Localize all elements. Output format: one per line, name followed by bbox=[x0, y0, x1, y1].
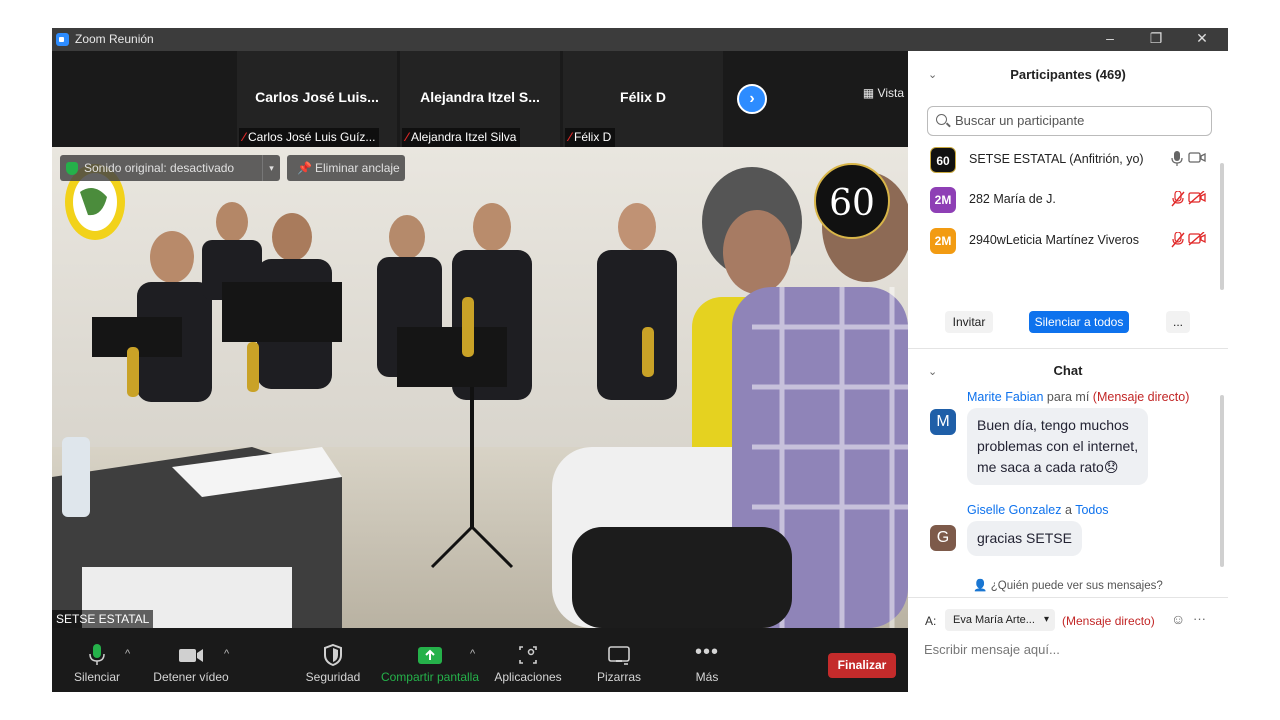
shield-icon bbox=[324, 644, 342, 666]
mute-all-button[interactable]: Silenciar a todos bbox=[1029, 311, 1129, 333]
participant-avatar: 2M bbox=[930, 187, 956, 213]
share-screen-icon bbox=[418, 647, 442, 664]
to-label: A: bbox=[925, 614, 937, 628]
recipient-select[interactable]: Eva María Arte... ▾ bbox=[945, 609, 1055, 631]
video-camera-icon bbox=[179, 649, 203, 662]
participant-row[interactable]: 2M 2940wLeticia Martínez Viveros bbox=[930, 227, 1215, 255]
video-off-icon[interactable] bbox=[1188, 232, 1206, 246]
pin-icon: 📌 bbox=[297, 161, 312, 175]
participant-search-input[interactable]: Buscar un participante bbox=[927, 106, 1212, 136]
sender-avatar: M bbox=[930, 409, 956, 435]
participant-row[interactable]: 60 SETSE ESTATAL (Anfitrión, yo) bbox=[930, 146, 1215, 174]
participant-avatar: 2M bbox=[930, 228, 956, 254]
participants-title: Participantes (469) bbox=[1010, 67, 1126, 82]
chat-scrollbar[interactable] bbox=[1220, 395, 1224, 567]
who-can-see-link[interactable]: 👤 ¿Quién puede ver sus mensajes? bbox=[908, 578, 1228, 592]
message-header: Giselle Gonzalez a Todos bbox=[967, 503, 1109, 517]
microphone-icon bbox=[89, 644, 105, 665]
chat-message[interactable]: Buen día, tengo muchos problemas con el … bbox=[967, 408, 1149, 485]
view-button[interactable]: ▦ Vista bbox=[863, 86, 904, 100]
direct-message-tag: (Mensaje directo) bbox=[1062, 614, 1155, 628]
share-options-caret[interactable]: ^ bbox=[470, 648, 475, 660]
sender-avatar: G bbox=[930, 525, 956, 551]
chevron-down-icon[interactable]: ▾ bbox=[262, 155, 280, 181]
participant-tile[interactable]: Carlos José Luis... ⁄ Carlos José Luis Gu… bbox=[237, 51, 397, 147]
participant-row[interactable]: 2M 282 María de J. bbox=[930, 186, 1215, 214]
tile-label: ⁄ Félix D bbox=[565, 128, 616, 147]
side-panel: ⌄ Participantes (469) Buscar un particip… bbox=[908, 51, 1228, 692]
more-dots-icon: ••• bbox=[694, 641, 719, 663]
gallery-strip: Carlos José Luis... ⁄ Carlos José Luis Gu… bbox=[52, 51, 908, 147]
end-meeting-button[interactable]: Finalizar bbox=[828, 653, 896, 678]
unpin-button[interactable]: 📌 Eliminar anclaje bbox=[287, 155, 405, 181]
minimize-button[interactable]: – bbox=[1087, 28, 1133, 51]
participants-scrollbar[interactable] bbox=[1220, 163, 1224, 290]
video-options-caret[interactable]: ^ bbox=[224, 648, 229, 660]
chat-message[interactable]: gracias SETSE bbox=[967, 521, 1082, 556]
close-button[interactable]: ✕ bbox=[1179, 28, 1225, 51]
main-video: 60 Sonido original: desactivado ▾ 📌 Elim… bbox=[52, 147, 908, 628]
panel-divider bbox=[908, 348, 1228, 349]
stop-video-button[interactable]: Detener vídeo bbox=[147, 628, 235, 692]
video-frame: 60 bbox=[52, 147, 908, 628]
tile-name: Alejandra Itzel S... bbox=[420, 89, 540, 105]
muted-mic-icon[interactable] bbox=[1171, 232, 1185, 248]
participant-name: 2940wLeticia Martínez Viveros bbox=[969, 233, 1139, 247]
participant-avatar: 60 bbox=[930, 147, 956, 173]
muted-mic-icon: ⁄ bbox=[406, 130, 409, 144]
people-icon: 👤 bbox=[973, 580, 988, 592]
zoom-app-icon bbox=[56, 33, 69, 46]
more-button[interactable]: ••• Más bbox=[682, 628, 732, 692]
muted-mic-icon: ⁄ bbox=[569, 130, 572, 144]
participant-tile[interactable]: Alejandra Itzel S... ⁄ Alejandra Itzel Si… bbox=[400, 51, 560, 147]
chat-title: Chat bbox=[1053, 363, 1083, 378]
video-off-icon[interactable] bbox=[1188, 191, 1206, 205]
whiteboards-button[interactable]: Pizarras bbox=[588, 628, 650, 692]
message-header: Marite Fabian para mí (Mensaje directo) bbox=[967, 390, 1190, 404]
tile-label: ⁄ Alejandra Itzel Silva bbox=[402, 128, 521, 147]
chat-more-icon[interactable]: ··· bbox=[1193, 611, 1206, 626]
invite-button[interactable]: Invitar bbox=[945, 311, 993, 333]
tile-name: Félix D bbox=[620, 89, 666, 105]
shield-check-icon bbox=[66, 162, 78, 175]
participants-more-button[interactable]: ... bbox=[1166, 311, 1190, 333]
grid-icon: ▦ bbox=[862, 86, 875, 100]
participant-tile[interactable]: Félix D ⁄ Félix D bbox=[563, 51, 723, 147]
meeting-toolbar: Silenciar ^ Detener vídeo ^ Seguridad Co… bbox=[52, 628, 908, 692]
title-bar: Zoom Reunión – ❐ ✕ bbox=[52, 28, 1228, 51]
next-page-button[interactable]: › bbox=[737, 84, 767, 114]
original-sound-indicator[interactable]: Sonido original: desactivado ▾ bbox=[60, 155, 280, 181]
panel-divider bbox=[908, 597, 1228, 598]
mute-options-caret[interactable]: ^ bbox=[125, 648, 130, 660]
whiteboard-icon bbox=[608, 646, 630, 665]
mute-button[interactable]: Silenciar bbox=[68, 628, 126, 692]
chevron-down-icon: ▾ bbox=[1043, 614, 1049, 625]
microphone-icon[interactable] bbox=[1171, 151, 1183, 167]
tile-name: Carlos José Luis... bbox=[255, 89, 379, 105]
chat-message-input[interactable]: Escribir mensaje aquí... bbox=[924, 642, 1060, 657]
muted-mic-icon[interactable] bbox=[1171, 191, 1185, 207]
participant-name: SETSE ESTATAL (Anfitrión, yo) bbox=[969, 152, 1144, 166]
restore-button[interactable]: ❐ bbox=[1133, 28, 1179, 51]
tile-label: ⁄ Carlos José Luis Guíz... bbox=[239, 128, 380, 147]
emoji-icon[interactable]: ☺ bbox=[1171, 611, 1185, 627]
svg-text:60: 60 bbox=[829, 183, 875, 224]
chevron-right-icon: › bbox=[749, 90, 755, 107]
video-camera-icon[interactable] bbox=[1188, 151, 1206, 165]
apps-button[interactable]: Aplicaciones bbox=[490, 628, 566, 692]
apps-icon bbox=[519, 646, 537, 664]
share-screen-button[interactable]: Compartir pantalla bbox=[378, 628, 482, 692]
speaker-name-label: SETSE ESTATAL bbox=[52, 610, 154, 628]
window-title: Zoom Reunión bbox=[75, 32, 154, 46]
participant-name: 282 María de J. bbox=[969, 192, 1056, 206]
zoom-window: Zoom Reunión – ❐ ✕ Carlos José Luis... ⁄… bbox=[52, 28, 1228, 692]
search-icon bbox=[936, 114, 947, 125]
security-button[interactable]: Seguridad bbox=[298, 628, 368, 692]
muted-mic-icon: ⁄ bbox=[243, 130, 246, 144]
